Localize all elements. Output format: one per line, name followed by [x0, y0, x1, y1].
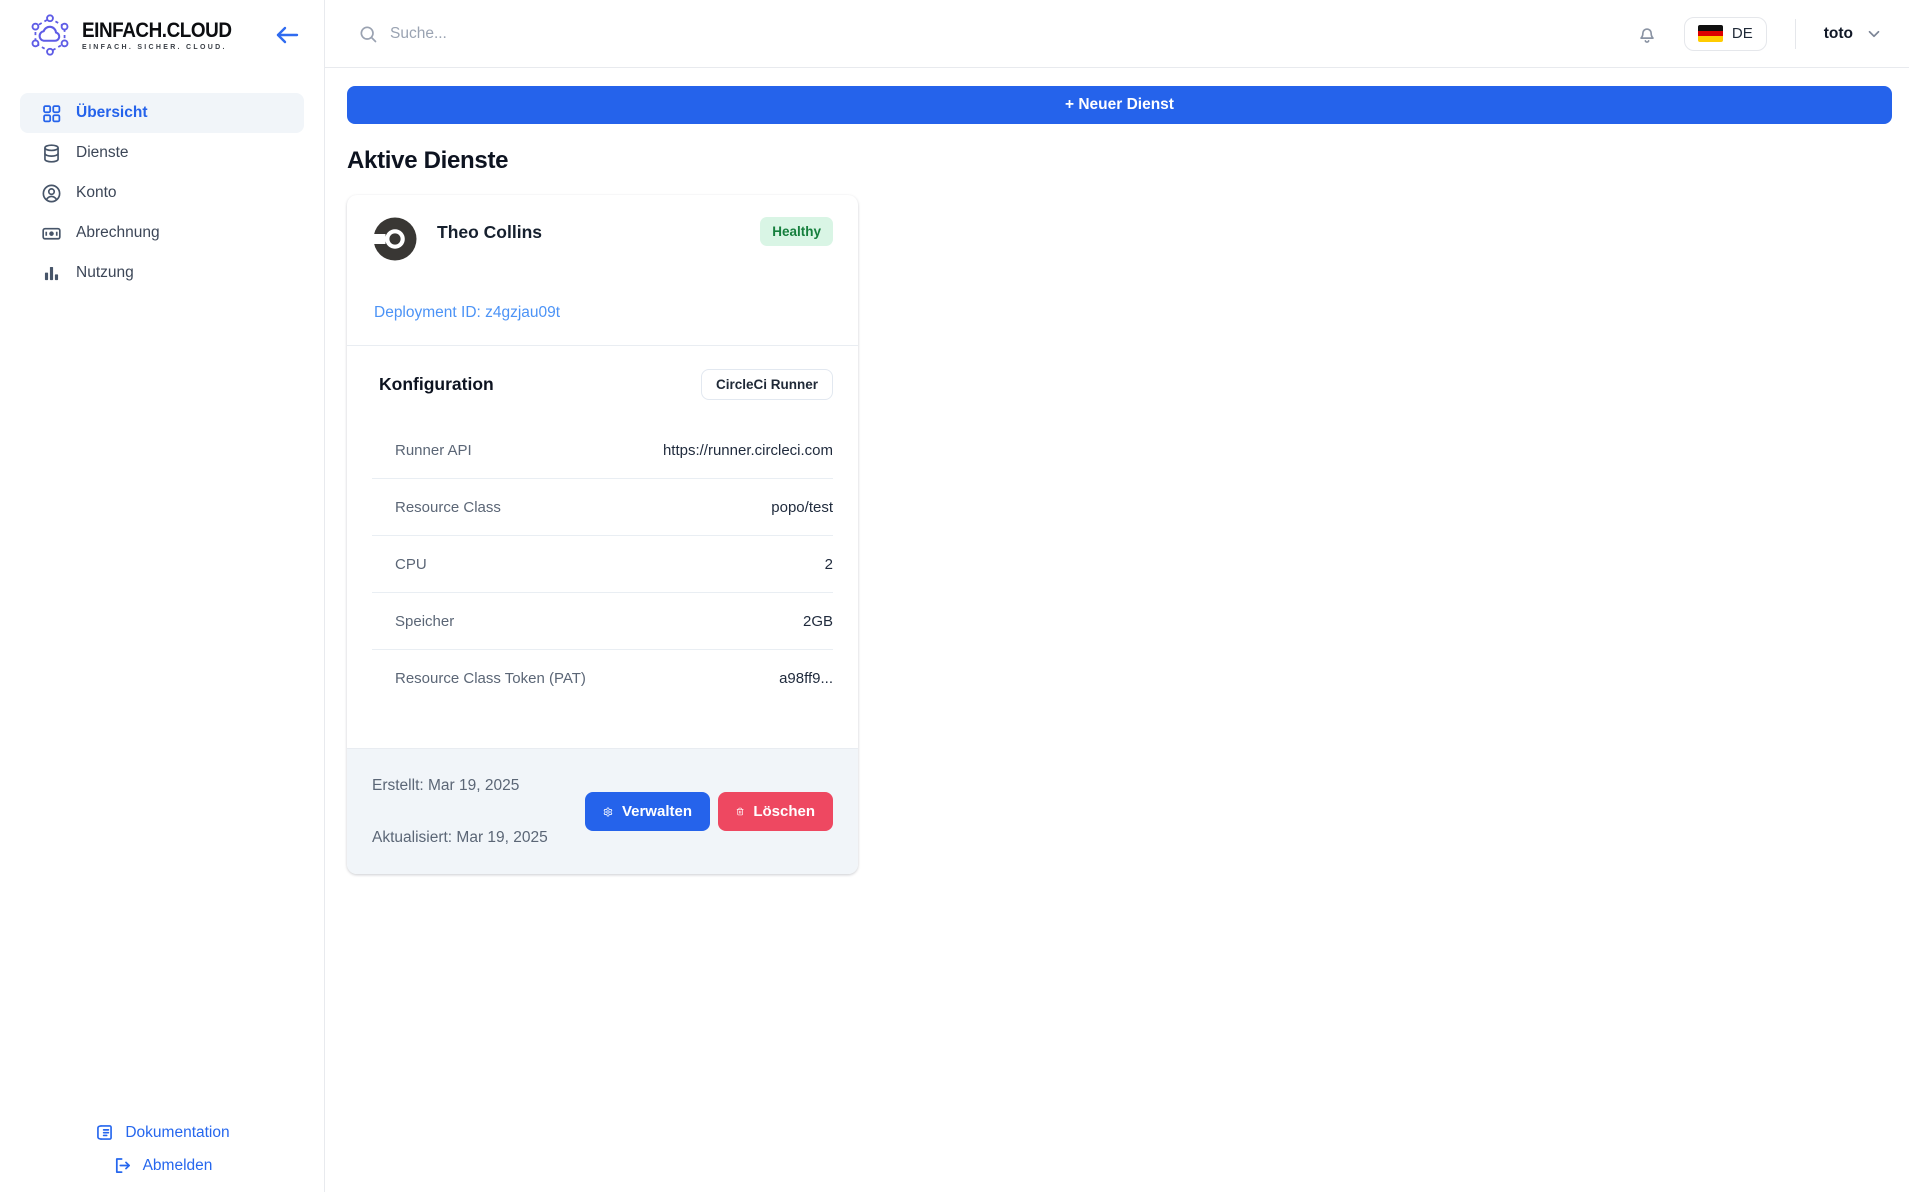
brand-header: EINFACH.CLOUD EINFACH. SICHER. CLOUD. — [0, 0, 324, 68]
topbar-actions: DE toto — [1636, 17, 1883, 51]
topbar-divider — [1795, 19, 1796, 49]
search-bar — [358, 24, 1636, 44]
config-row-label: CPU — [372, 556, 427, 573]
config-type-badge: CircleCi Runner — [701, 369, 833, 400]
sidebar-item-konto[interactable]: Konto — [20, 173, 304, 213]
service-card-footer: Erstellt: Mar 19, 2025 Aktualisiert: Mar… — [347, 748, 858, 874]
sidebar-item-label: Übersicht — [76, 104, 148, 122]
config-title: Konfiguration — [379, 374, 494, 395]
bell-icon — [1636, 23, 1658, 45]
language-selector-button[interactable]: DE — [1684, 17, 1767, 51]
config-row: CPU 2 — [372, 536, 833, 593]
config-row-label: Speicher — [372, 613, 454, 630]
page-title: Aktive Dienste — [347, 147, 1892, 175]
new-service-button[interactable]: + Neuer Dienst — [347, 86, 1892, 124]
config-row: Resource Class Token (PAT) a98ff9... — [372, 650, 833, 707]
status-badge: Healthy — [760, 217, 833, 246]
content-area: + Neuer Dienst Aktive Dienste Theo Colli… — [325, 68, 1909, 1192]
card-divider — [347, 345, 858, 346]
sidebar-nav: Übersicht Dienste Konto — [0, 93, 324, 293]
bar-chart-icon — [40, 262, 62, 284]
sidebar: EINFACH.CLOUD EINFACH. SICHER. CLOUD. Üb… — [0, 0, 325, 1192]
documentation-link[interactable]: Dokumentation — [94, 1122, 229, 1143]
sidebar-item-label: Dienste — [76, 144, 129, 162]
sidebar-item-abrechnung[interactable]: Abrechnung — [20, 213, 304, 253]
logout-icon — [112, 1155, 133, 1176]
config-row: Speicher 2GB — [372, 593, 833, 650]
gear-icon — [603, 803, 613, 821]
search-icon — [358, 24, 378, 44]
search-input[interactable] — [390, 25, 1636, 43]
cloud-hexagon-logo-icon — [28, 13, 72, 57]
sidebar-item-dienste[interactable]: Dienste — [20, 133, 304, 173]
sidebar-item-uebersicht[interactable]: Übersicht — [20, 93, 304, 133]
german-flag-icon — [1698, 25, 1723, 42]
logout-link[interactable]: Abmelden — [112, 1155, 213, 1176]
topbar: DE toto — [325, 0, 1909, 68]
service-card-header: Theo Collins Healthy — [371, 215, 833, 263]
config-row-label: Resource Class — [372, 499, 501, 516]
delete-label: Löschen — [753, 803, 815, 820]
sidebar-item-label: Nutzung — [76, 264, 134, 282]
service-card: Theo Collins Healthy Deployment ID: z4gz… — [347, 195, 858, 874]
trash-icon — [736, 803, 744, 820]
service-name: Theo Collins — [437, 222, 542, 243]
card-actions: Verwalten Löschen — [585, 792, 833, 831]
sidebar-item-label: Konto — [76, 184, 117, 202]
created-date: Erstellt: Mar 19, 2025 — [372, 776, 548, 795]
notifications-button[interactable] — [1636, 23, 1658, 45]
deployment-id-link[interactable]: Deployment ID: z4gzjau09t — [374, 304, 834, 322]
config-row-value: a98ff9... — [779, 670, 833, 687]
grid-dashboard-icon — [40, 102, 62, 124]
config-rows: Runner API https://runner.circleci.com R… — [372, 422, 833, 707]
sidebar-item-nutzung[interactable]: Nutzung — [20, 253, 304, 293]
arrow-left-icon — [274, 24, 300, 46]
circleci-logo-icon — [371, 215, 419, 263]
updated-date: Aktualisiert: Mar 19, 2025 — [372, 828, 548, 847]
user-menu-button[interactable]: toto — [1824, 25, 1883, 43]
language-label: DE — [1732, 25, 1753, 42]
docs-icon — [94, 1122, 115, 1143]
banknote-icon — [40, 222, 62, 244]
collapse-sidebar-button[interactable] — [272, 22, 302, 48]
username-label: toto — [1824, 25, 1853, 43]
brand-tagline: EINFACH. SICHER. CLOUD. — [82, 44, 270, 51]
user-circle-icon — [40, 182, 62, 204]
config-row-label: Runner API — [372, 442, 472, 459]
chevron-down-icon — [1865, 25, 1883, 43]
config-row-value: popo/test — [771, 499, 833, 516]
sidebar-footer: Dokumentation Abmelden — [0, 1122, 324, 1192]
config-row: Runner API https://runner.circleci.com — [372, 422, 833, 479]
config-row-label: Resource Class Token (PAT) — [372, 670, 586, 687]
database-icon — [40, 142, 62, 164]
config-row-value: 2 — [825, 556, 833, 573]
brand-name: EINFACH.CLOUD — [82, 19, 232, 43]
delete-button[interactable]: Löschen — [718, 792, 833, 831]
sidebar-item-label: Abrechnung — [76, 224, 160, 242]
config-header: Konfiguration CircleCi Runner — [379, 369, 833, 400]
documentation-label: Dokumentation — [125, 1124, 229, 1142]
logout-label: Abmelden — [143, 1157, 213, 1175]
main-column: DE toto + Neuer Dienst Aktive Dienste — [325, 0, 1909, 1192]
timestamps: Erstellt: Mar 19, 2025 Aktualisiert: Mar… — [372, 776, 548, 847]
config-row-value: https://runner.circleci.com — [663, 442, 833, 459]
manage-label: Verwalten — [622, 803, 692, 820]
brand-text: EINFACH.CLOUD EINFACH. SICHER. CLOUD. — [82, 19, 270, 51]
manage-button[interactable]: Verwalten — [585, 792, 710, 831]
config-row: Resource Class popo/test — [372, 479, 833, 536]
config-row-value: 2GB — [803, 613, 833, 630]
